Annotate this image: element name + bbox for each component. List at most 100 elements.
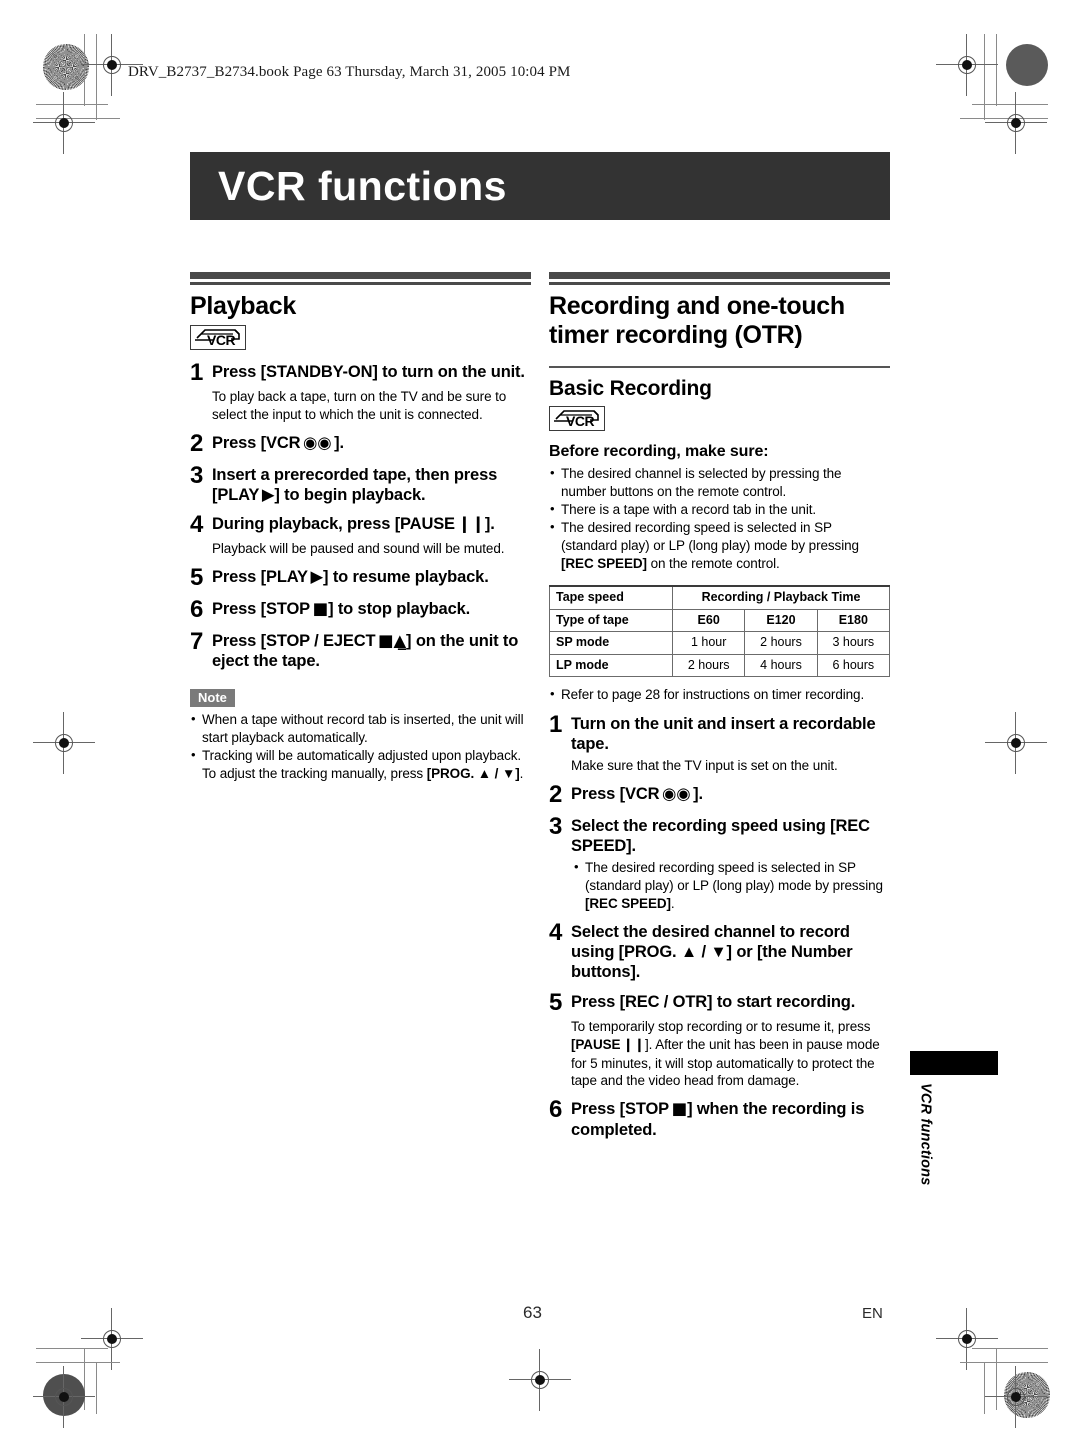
registration-crosshair-bottom-left: [33, 1366, 95, 1428]
table-header-e180: E180: [816, 608, 891, 633]
registration-crosshair-top-left: [81, 34, 143, 96]
registration-radial-blob-top-left: [43, 44, 89, 90]
step-text-after: ] to stop playback.: [328, 599, 471, 618]
table-header-e120: E120: [744, 608, 818, 633]
step-text: Press [STOP ■] to stop playback.: [212, 599, 531, 622]
step-item: 3 Insert a prerecorded tape, then press …: [190, 461, 531, 505]
crop-line: [960, 1362, 1048, 1363]
step-number: 4: [549, 919, 563, 947]
sub-bullet-bold: [REC SPEED]: [585, 896, 671, 912]
table-row: Tape speed Recording / Playback Time: [549, 584, 890, 610]
table-row: Type of tape E60 E120 E180: [549, 608, 891, 633]
step-text: Press [REC / OTR] to start recording.: [571, 992, 856, 1011]
table-cell: 2 hours: [671, 653, 746, 678]
table-header-tape-speed: Tape speed: [549, 584, 673, 610]
section-rule-thick: [549, 272, 890, 279]
note-bullet-list: When a tape without record tab is insert…: [190, 710, 531, 783]
step-body-pre: To temporarily stop recording or to resu…: [571, 1018, 871, 1034]
tape-speed-table: Tape speed Recording / Playback Time Typ…: [549, 584, 891, 678]
reel-icon: ◉◉: [659, 783, 694, 803]
section-rule-thin: [190, 282, 531, 285]
step-text: Press [STANDBY-ON] to turn on the unit.: [212, 362, 525, 381]
step-number: 2: [190, 429, 204, 457]
table-cell: 3 hours: [816, 631, 891, 655]
subsection-title-basic-recording: Basic Recording: [549, 376, 712, 400]
before-recording-heading: Before recording, make sure:: [549, 442, 769, 460]
step-number: 4: [190, 510, 204, 538]
refer-bullet-list: Refer to page 28 for instructions on tim…: [549, 685, 890, 704]
step-text: Insert a prerecorded tape, then press [P…: [212, 465, 531, 505]
side-tab-marker: VCR functions: [910, 1051, 998, 1186]
refer-bullet: Refer to page 28 for instructions on tim…: [549, 685, 890, 704]
step-body: Make sure that the TV input is set on th…: [571, 757, 838, 773]
crop-line: [36, 1362, 120, 1363]
step-number: 5: [190, 563, 204, 591]
step-text-before: During playback, press [PAUSE: [212, 514, 455, 533]
step-item: 6 Press [STOP ■] to stop playback.: [190, 595, 531, 623]
before-recording-bullet: The desired channel is selected by press…: [549, 463, 890, 501]
vcr-mode-badge: VCR: [549, 405, 605, 431]
step-text: Select the recording speed using [REC SP…: [571, 816, 870, 855]
table-cell: 1 hour: [671, 631, 746, 655]
section-rule-thin: [549, 282, 890, 285]
step-item: 2 Press [VCR ◉◉ ].: [190, 429, 531, 457]
registration-crosshair-top-right: [936, 34, 998, 96]
step-number: 2: [549, 780, 563, 808]
registration-solid-blob-bottom-left: [43, 1374, 85, 1416]
step-text-before: Press [VCR: [571, 784, 660, 803]
step-sub-bullet: The desired recording speed is selected …: [573, 858, 890, 913]
side-tab-bar: [910, 1051, 998, 1075]
step-text-before: Press [PLAY: [212, 567, 308, 586]
registration-crosshair-left-lower: [81, 1308, 143, 1370]
subsection-rule: [549, 365, 890, 368]
side-tab-label: VCR functions: [917, 1083, 934, 1186]
registration-crosshair-left-upper: [33, 92, 95, 154]
table-header-e60: E60: [671, 608, 746, 633]
pause-icon: ❙❙: [454, 513, 486, 533]
step-number: 1: [190, 358, 204, 386]
step-text: During playback, press [PAUSE ❙❙].: [212, 514, 531, 537]
step-text-before: Press [STOP: [212, 599, 311, 618]
page-content: VCR functions Playback VCR 1 Press [STAN…: [190, 152, 891, 1140]
sub-bullet-post: .: [670, 896, 675, 912]
table-header-type-of-tape: Type of tape: [549, 608, 673, 633]
footer-language-code: EN: [862, 1305, 883, 1322]
step-number: 7: [190, 627, 204, 655]
stop-eject-icon: ■▲̲: [375, 630, 407, 650]
step-text: Press [VCR ◉◉ ].: [571, 784, 890, 807]
step-number: 6: [190, 595, 204, 623]
step-text: Press [PLAY ▶] to resume playback.: [212, 567, 531, 590]
step-number: 3: [549, 812, 563, 840]
stop-icon: ■: [669, 1099, 688, 1119]
step-text: Select the desired channel to record usi…: [571, 923, 853, 982]
step-text-after: ].: [484, 514, 495, 533]
speed-bullet-post: on the remote control.: [646, 555, 780, 571]
registration-crosshair-bottom-center: [509, 1349, 571, 1411]
section-title-playback: Playback: [190, 292, 297, 320]
step-text-before: Press [STOP / EJECT: [212, 631, 376, 650]
table-row: LP mode 2 hours 4 hours 6 hours: [549, 653, 891, 678]
step-number: 5: [549, 988, 563, 1016]
step-text-before: Press [STOP: [571, 1100, 670, 1119]
step-text-after: ] to resume playback.: [323, 567, 489, 586]
step-item: 2 Press [VCR ◉◉ ].: [549, 780, 890, 808]
step-item: 1 Press [STANDBY-ON] to turn on the unit…: [190, 358, 531, 386]
chapter-title: VCR functions: [218, 162, 507, 209]
step-item: 5 Press [REC / OTR] to start recording.: [549, 988, 890, 1016]
step-text: Turn on the unit and insert a recordable…: [571, 714, 876, 753]
registration-crosshair-bottom-right: [985, 1366, 1047, 1428]
step-item: 3 Select the recording speed using [REC …: [549, 812, 890, 856]
table-cell: 6 hours: [816, 653, 891, 678]
table-cell: 4 hours: [744, 653, 818, 678]
step-number: 3: [190, 461, 204, 489]
pause-label: [PAUSE: [571, 1036, 621, 1052]
step-number: 6: [549, 1096, 563, 1124]
before-recording-bullet: There is a tape with a record tab in the…: [549, 500, 890, 519]
left-column: Playback VCR 1 Press [STANDBY-ON] to tur…: [190, 272, 531, 1140]
note-tracking-bold: [PROG. ▲ / ▼]: [426, 766, 520, 782]
note-block: Note When a tape without record tab is i…: [190, 671, 531, 783]
play-icon: ▶: [259, 484, 275, 504]
print-header-line: DRV_B2737_B2734.book Page 63 Thursday, M…: [128, 64, 571, 80]
step-item: 7 Press [STOP / EJECT ■▲̲] on the unit t…: [190, 627, 531, 671]
step-number: 1: [549, 710, 563, 738]
